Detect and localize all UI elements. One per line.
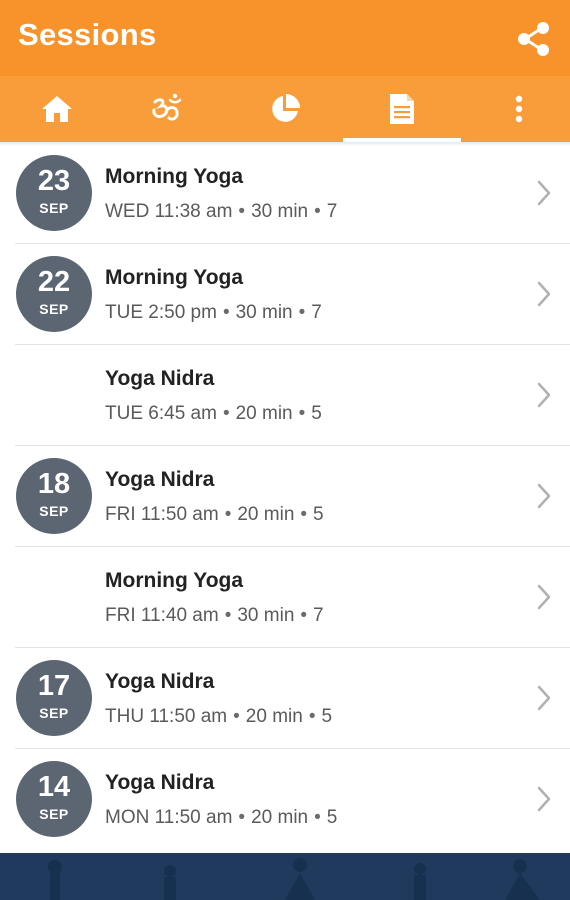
chevron-right-icon xyxy=(537,685,551,711)
overflow-menu-icon xyxy=(515,95,523,123)
chevron-right-icon xyxy=(537,584,551,610)
date-badge: 17 SEP xyxy=(16,660,92,736)
session-duration: 20 min xyxy=(237,504,295,525)
session-name: Yoga Nidra xyxy=(105,771,215,794)
chevron-right-icon xyxy=(537,180,551,206)
date-badge: 14 SEP xyxy=(16,761,92,837)
date-badge: 22 SEP xyxy=(16,256,92,332)
om-icon xyxy=(152,93,182,121)
session-time: FRI 11:50 am xyxy=(105,504,219,525)
session-count: 5 xyxy=(326,807,338,828)
chevron-right-icon xyxy=(537,382,551,408)
session-meta: TUE 6:45 am • 20 min • 5 xyxy=(105,403,322,425)
date-day: 18 xyxy=(37,468,71,500)
chevron-right-icon xyxy=(537,281,551,307)
separator-dot: • xyxy=(298,403,306,424)
separator-dot: • xyxy=(308,706,316,727)
tab-sessions[interactable] xyxy=(345,76,459,142)
tab-bar xyxy=(0,76,570,142)
separator-dot: • xyxy=(238,201,246,222)
session-time: TUE 6:45 am xyxy=(105,403,217,424)
date-day: 14 xyxy=(37,771,71,803)
separator-dot: • xyxy=(298,302,306,323)
date-month: SEP xyxy=(39,705,69,721)
session-row[interactable]: 14 SEP Yoga Nidra MON 11:50 am • 20 min • 5 xyxy=(15,749,570,849)
session-duration: 30 min xyxy=(251,201,309,222)
session-duration: 20 min xyxy=(235,403,293,424)
session-row[interactable]: 23 SEP Morning Yoga WED 11:38 am • 30 min •… xyxy=(15,143,570,244)
session-name: Yoga Nidra xyxy=(105,468,215,491)
page-title: Sessions xyxy=(18,17,157,52)
session-count: 5 xyxy=(321,706,333,727)
separator-dot: • xyxy=(238,807,246,828)
separator-dot: • xyxy=(233,706,240,727)
session-count: 7 xyxy=(311,302,322,323)
date-day: 17 xyxy=(37,670,71,702)
session-time: WED 11:38 am xyxy=(105,201,233,222)
date-month: SEP xyxy=(39,301,69,317)
separator-dot: • xyxy=(222,403,230,424)
session-count: 7 xyxy=(326,201,338,222)
separator-dot: • xyxy=(300,504,308,525)
session-meta: WED 11:38 am • 30 min • 7 xyxy=(105,201,337,223)
session-list: 23 SEP Morning Yoga WED 11:38 am • 30 min •… xyxy=(0,143,570,849)
session-time: THU 11:50 am xyxy=(105,706,228,727)
date-month: SEP xyxy=(39,806,69,822)
date-month: SEP xyxy=(39,503,69,519)
date-month: SEP xyxy=(39,200,69,216)
session-time: MON 11:50 am xyxy=(105,807,233,828)
separator-dot: • xyxy=(300,605,308,626)
separator-dot: • xyxy=(314,201,321,222)
tab-overflow[interactable] xyxy=(462,76,570,142)
session-name: Morning Yoga xyxy=(105,165,244,188)
tab-meditation[interactable] xyxy=(110,76,224,142)
tab-stats[interactable] xyxy=(228,76,342,142)
session-name: Morning Yoga xyxy=(105,569,244,592)
session-row[interactable]: 22 SEP Morning Yoga TUE 2:50 pm • 30 min • 7 xyxy=(15,244,570,345)
session-meta: FRI 11:40 am • 30 min • 7 xyxy=(105,605,324,627)
tab-home[interactable] xyxy=(0,76,114,142)
pie-chart-icon xyxy=(272,94,300,122)
date-badge: 23 SEP xyxy=(16,155,92,231)
session-duration: 30 min xyxy=(237,605,295,626)
chevron-right-icon xyxy=(537,786,551,812)
silhouette-pattern xyxy=(48,858,540,900)
session-row[interactable]: Morning Yoga FRI 11:40 am • 30 min • 7 xyxy=(15,547,570,648)
home-icon xyxy=(42,96,72,122)
session-meta: THU 11:50 am • 20 min • 5 xyxy=(105,706,332,728)
session-duration: 20 min xyxy=(245,706,303,727)
bottom-banner xyxy=(0,853,570,900)
date-badge: 18 SEP xyxy=(16,458,92,534)
session-count: 5 xyxy=(313,504,324,525)
date-day: 22 xyxy=(37,266,71,298)
session-name: Morning Yoga xyxy=(105,266,244,289)
session-time: FRI 11:40 am xyxy=(105,605,219,626)
share-icon[interactable] xyxy=(515,20,553,58)
session-duration: 20 min xyxy=(251,807,309,828)
separator-dot: • xyxy=(224,605,232,626)
separator-dot: • xyxy=(314,807,321,828)
session-count: 7 xyxy=(313,605,324,626)
session-duration: 30 min xyxy=(235,302,293,323)
separator-dot: • xyxy=(224,504,232,525)
session-row[interactable]: 17 SEP Yoga Nidra THU 11:50 am • 20 min • 5 xyxy=(15,648,570,749)
document-icon xyxy=(390,94,414,124)
sessions-screen: Sessions 23 SEP Morning Yoga WED 11:38 a… xyxy=(0,0,570,900)
date-day: 23 xyxy=(37,165,71,197)
session-meta: FRI 11:50 am • 20 min • 5 xyxy=(105,504,324,526)
session-row[interactable]: 18 SEP Yoga Nidra FRI 11:50 am • 20 min • 5 xyxy=(15,446,570,547)
session-name: Yoga Nidra xyxy=(105,367,215,390)
session-name: Yoga Nidra xyxy=(105,670,215,693)
session-meta: MON 11:50 am • 20 min • 5 xyxy=(105,807,337,829)
separator-dot: • xyxy=(222,302,230,323)
session-count: 5 xyxy=(311,403,322,424)
app-bar: Sessions xyxy=(0,0,570,76)
chevron-right-icon xyxy=(537,483,551,509)
session-time: TUE 2:50 pm xyxy=(105,302,217,323)
session-meta: TUE 2:50 pm • 30 min • 7 xyxy=(105,302,322,324)
session-row[interactable]: Yoga Nidra TUE 6:45 am • 20 min • 5 xyxy=(15,345,570,446)
